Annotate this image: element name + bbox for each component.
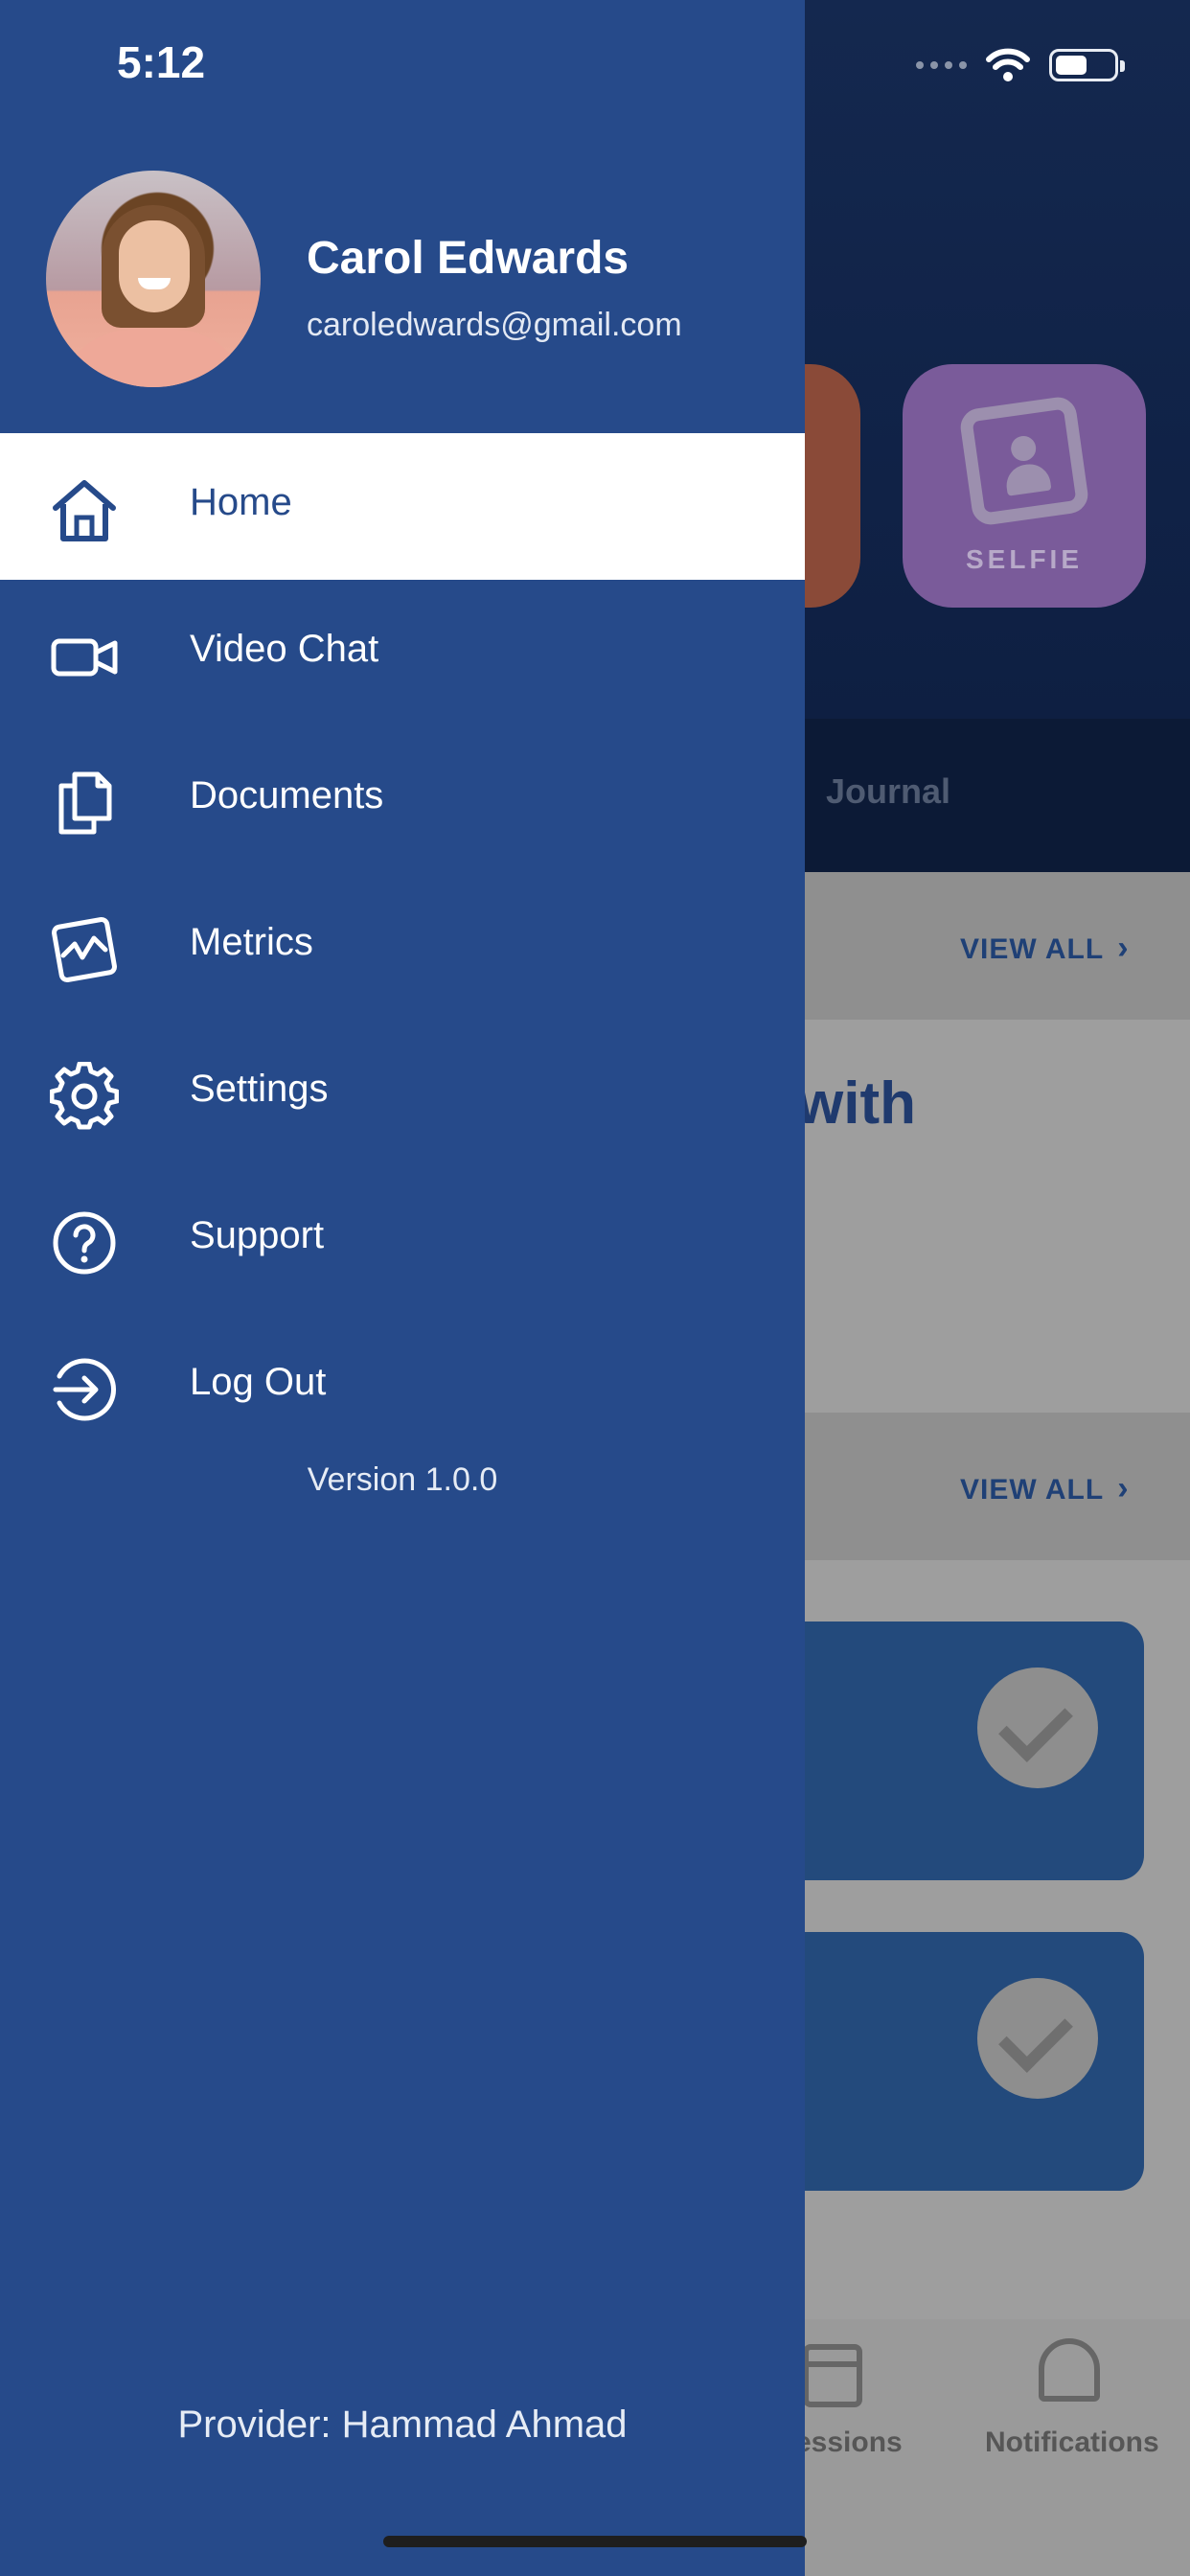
video-camera-icon	[51, 638, 118, 677]
tab-sessions: essions	[795, 2426, 903, 2458]
menu-label-support: Support	[190, 1214, 325, 1256]
chevron-right-icon: ›	[1117, 930, 1130, 966]
chevron-right-icon: ›	[1117, 1470, 1130, 1506]
navigation-drawer: 5:12 Carol Edwards caroledwards@gmail.co…	[0, 0, 805, 2576]
tab-journal: Journal	[826, 771, 951, 811]
drawer-menu: Home Video Chat Documents Metrics Settin…	[0, 433, 805, 1460]
tab-notifications: Notifications	[985, 2426, 1159, 2458]
gear-icon	[50, 1062, 119, 1130]
profile-email: caroledwards@gmail.com	[307, 307, 682, 343]
selfie-tile: SELFIE	[903, 364, 1146, 608]
home-icon	[53, 480, 116, 541]
view-all-link: VIEW ALL ›	[960, 1470, 1130, 1507]
menu-item-support[interactable]: Support	[0, 1166, 805, 1313]
help-circle-icon	[53, 1211, 116, 1275]
menu-label-metrics: Metrics	[190, 921, 313, 963]
documents-icon	[58, 771, 112, 835]
version-label: Version 1.0.0	[307, 1461, 498, 1498]
bell-icon	[1039, 2338, 1100, 2402]
battery-icon	[1049, 49, 1125, 81]
status-indicators	[916, 46, 1125, 84]
home-indicator[interactable]	[383, 2536, 807, 2547]
view-all-label: VIEW ALL	[960, 933, 1105, 965]
menu-item-home[interactable]: Home	[0, 433, 805, 580]
menu-item-video-chat[interactable]: Video Chat	[0, 580, 805, 726]
view-all-label: VIEW ALL	[960, 1474, 1105, 1506]
menu-label-log-out: Log Out	[190, 1361, 327, 1403]
calendar-icon	[803, 2344, 862, 2407]
view-all-link: VIEW ALL ›	[960, 930, 1130, 967]
logout-icon	[53, 1358, 116, 1421]
checkmark-icon	[977, 1978, 1098, 2099]
selfie-icon	[958, 395, 1090, 527]
menu-item-log-out[interactable]: Log Out	[0, 1313, 805, 1460]
avatar[interactable]	[46, 171, 261, 387]
menu-item-documents[interactable]: Documents	[0, 726, 805, 873]
checkmark-icon	[977, 1668, 1098, 1788]
menu-item-settings[interactable]: Settings	[0, 1020, 805, 1166]
provider-label: Provider: Hammad Ahmad	[177, 2404, 628, 2446]
wifi-icon	[986, 48, 1030, 81]
status-time: 5:12	[117, 37, 206, 87]
selfie-label: SELFIE	[965, 544, 1083, 574]
signal-dots-icon	[916, 61, 967, 69]
profile-name: Carol Edwards	[307, 233, 629, 284]
metrics-icon	[52, 917, 117, 982]
menu-label-home: Home	[190, 481, 292, 523]
menu-label-settings: Settings	[190, 1068, 329, 1110]
partial-heading: with	[797, 1070, 916, 1137]
menu-label-video-chat: Video Chat	[190, 628, 379, 670]
menu-label-documents: Documents	[190, 774, 384, 816]
menu-item-metrics[interactable]: Metrics	[0, 873, 805, 1020]
